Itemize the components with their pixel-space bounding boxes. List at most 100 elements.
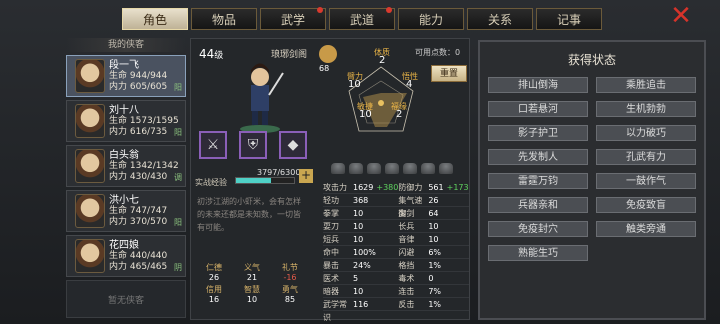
stat-value: 100%: [353, 248, 376, 257]
empty-slot: 暂无侠客: [66, 280, 186, 318]
gem-slot[interactable]: [439, 163, 453, 174]
stat-row: 耍刀 10: [323, 220, 399, 233]
stat-value: 10: [428, 222, 439, 231]
virtue-label: 仁德: [206, 263, 222, 272]
hero-name: 花四娘: [109, 239, 139, 251]
armor-slot[interactable]: ⛨: [239, 131, 267, 159]
virtue-item: 勇气 85: [271, 285, 309, 305]
gem-slot[interactable]: [331, 163, 345, 174]
gem-slot[interactable]: [349, 163, 363, 174]
stat-label: 暗器: [323, 287, 339, 296]
exp-bar-fill: [236, 178, 271, 183]
status-badge[interactable]: 免疫封穴: [488, 221, 588, 237]
virtue-item: 义气 21: [233, 263, 271, 283]
stat-label: 拳掌: [323, 209, 339, 218]
hero-mp: 内力 370/570: [109, 216, 168, 227]
status-badge[interactable]: 触类旁通: [596, 221, 696, 237]
attr-wuxing-value: 4: [406, 79, 413, 90]
stat-value: 10: [353, 287, 364, 296]
virtue-label: 义气: [244, 263, 260, 272]
stat-label: 耍刀: [323, 222, 339, 231]
virtue-label: 信用: [206, 285, 222, 294]
gem-slot[interactable]: [385, 163, 399, 174]
status-badge[interactable]: 影子护卫: [488, 125, 588, 141]
close-icon[interactable]: ✕: [668, 3, 694, 29]
stat-value: 1629 +380: [353, 183, 399, 192]
tab-4[interactable]: 能力: [398, 8, 464, 30]
tab-3[interactable]: 武道: [329, 7, 395, 30]
stat-label: 暴击: [323, 261, 339, 270]
tab-label: 关系: [487, 12, 512, 27]
status-badge[interactable]: 以力破巧: [596, 125, 696, 141]
stat-row: 命中 100%: [323, 246, 399, 259]
hero-info: 段一飞 生命 944/944 内力 605/605: [109, 60, 167, 93]
virtue-label: 礼节: [282, 263, 298, 272]
hero-item[interactable]: 洪小七 生命 747/747 内力 370/570 阳: [66, 190, 186, 232]
hero-item[interactable]: 段一飞 生命 944/944 内力 605/605 阳: [66, 55, 186, 97]
hero-item[interactable]: 刘十八 生命 1573/1595 内力 616/735 阳: [66, 100, 186, 142]
hero-item[interactable]: 花四娘 生命 440/440 内力 465/465 阴: [66, 235, 186, 277]
gem-slot[interactable]: [421, 163, 435, 174]
stat-value: 10: [353, 209, 364, 218]
stat-label: 集气速度: [398, 196, 423, 218]
status-badge[interactable]: 熟能生巧: [488, 245, 588, 261]
status-badge[interactable]: 兵器亲和: [488, 197, 588, 213]
tab-0[interactable]: 角色: [122, 8, 188, 30]
status-badge[interactable]: 一鼓作气: [596, 173, 696, 189]
stat-value: 1%: [428, 261, 442, 270]
stat-row: 医术 5: [323, 272, 399, 285]
stat-value: 24%: [353, 261, 371, 270]
status-badge[interactable]: 排山倒海: [488, 77, 588, 93]
hero-info: 洪小七 生命 747/747 内力 370/570: [109, 195, 167, 228]
notification-dot-icon: [317, 7, 323, 13]
status-badge[interactable]: 雷霆万钧: [488, 173, 588, 189]
status-badge[interactable]: 免疫致盲: [596, 197, 696, 213]
stat-label: 轻功: [323, 196, 339, 205]
stat-label: 医术: [323, 274, 339, 283]
hero-tag: 调: [174, 173, 182, 182]
stat-label: 格挡: [398, 261, 415, 270]
virtue-label: 勇气: [282, 285, 298, 294]
tab-5[interactable]: 关系: [467, 8, 533, 30]
tab-6[interactable]: 记事: [536, 8, 602, 30]
stat-row: 暗器 10: [323, 285, 399, 298]
stat-label: 长兵: [398, 222, 415, 231]
stat-row: 格挡 1%: [398, 259, 469, 272]
stat-value: 10: [353, 235, 364, 244]
accessory-slot[interactable]: ◆: [279, 131, 307, 159]
gem-slot[interactable]: [403, 163, 417, 174]
virtues-grid: 仁德 26 义气 21 礼节 -16 信用 16 智慧 10 勇气 85: [195, 263, 309, 305]
stat-label: 闪避: [398, 248, 415, 257]
stat-value: 64: [428, 209, 439, 218]
hero-hp: 生命 1342/1342: [109, 160, 179, 171]
status-badge[interactable]: 孔武有力: [596, 149, 696, 165]
hero-roster: 我的侠客 段一飞 生命 944/944 内力 605/605 阳 刘十八 生命 …: [66, 38, 186, 320]
hero-item[interactable]: 白头翁 生命 1342/1342 内力 430/430 调: [66, 145, 186, 187]
hero-hp: 生命 944/944: [109, 70, 168, 81]
status-badge[interactable]: 先发制人: [488, 149, 588, 165]
hero-tag: 阳: [174, 83, 182, 92]
exp-bar: [235, 177, 295, 184]
status-badge[interactable]: 乘胜追击: [596, 77, 696, 93]
gem-slot[interactable]: [367, 163, 381, 174]
status-badge[interactable]: 生机勃勃: [596, 101, 696, 117]
hero-info: 花四娘 生命 440/440 内力 465/465: [109, 240, 167, 273]
status-title: 获得状态: [567, 53, 616, 67]
tab-1[interactable]: 物品: [191, 8, 257, 30]
tab-2[interactable]: 武学: [260, 7, 326, 30]
stat-value: 368: [353, 196, 369, 205]
avatar: [75, 104, 105, 138]
attr-biil-value: 10: [348, 79, 361, 90]
hero-tag: 阳: [174, 128, 182, 137]
stat-value: 7%: [428, 287, 442, 296]
virtue-value: 16: [208, 295, 220, 304]
status-badge[interactable]: 口若悬河: [488, 101, 588, 117]
stat-row: 毒术 0: [398, 272, 469, 285]
add-exp-button[interactable]: +: [299, 169, 313, 183]
stat-row: 攻击力 1629 +380: [323, 181, 399, 194]
hero-mp: 内力 430/430: [109, 171, 168, 182]
hero-tag: 阴: [174, 263, 182, 272]
stat-row: 音律 10: [398, 233, 469, 246]
weapon-slot[interactable]: ⚔: [199, 131, 227, 159]
virtue-label: 智慧: [244, 285, 260, 294]
